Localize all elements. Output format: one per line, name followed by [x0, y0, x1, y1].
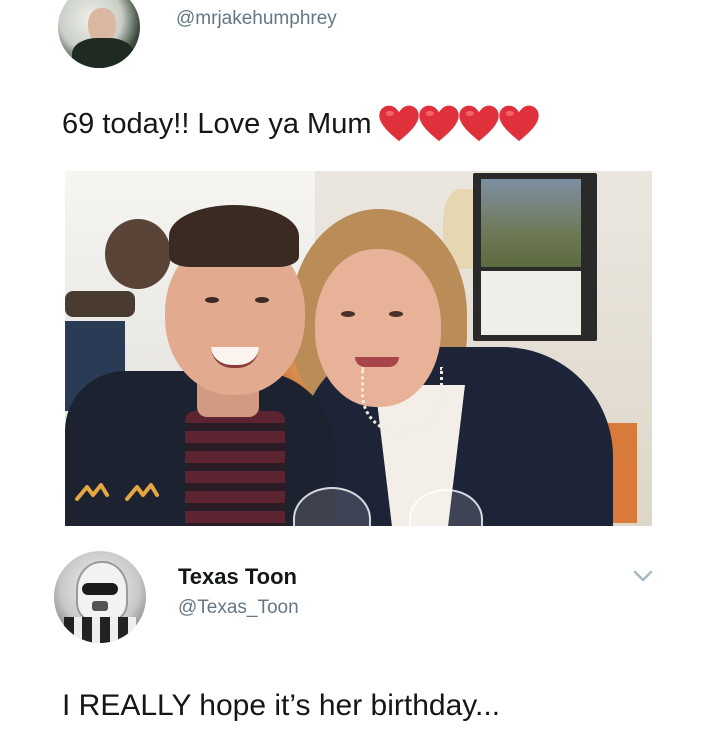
- photo-woman-mouth: [355, 357, 399, 367]
- photo-man-eye: [255, 297, 269, 303]
- photo-woman-eye: [341, 311, 355, 317]
- hearts-emoji-group: [378, 104, 539, 144]
- photo-man-hair: [169, 205, 299, 267]
- stormtrooper-mouth: [92, 601, 108, 611]
- photo-background-person: [105, 219, 171, 289]
- avatar-face: [88, 8, 116, 42]
- photo-man-shirt: [185, 411, 285, 526]
- chevron-down-icon[interactable]: [632, 568, 654, 584]
- heart-icon: [498, 105, 539, 142]
- user-handle[interactable]: @Texas_Toon: [178, 597, 299, 619]
- heart-icon: [458, 105, 499, 142]
- tweet-text: I REALLY hope it’s her birthday...: [62, 689, 501, 722]
- display-name[interactable]: Texas Toon: [178, 564, 297, 590]
- avatar[interactable]: [58, 0, 140, 68]
- heart-icon: [378, 105, 419, 142]
- photo-scribble-icon: [75, 483, 159, 501]
- photo-picture: [481, 179, 581, 267]
- photo-background-arm: [65, 291, 135, 317]
- photo-calendar: [481, 271, 581, 335]
- tweet-text: 69 today!! Love ya Mum: [62, 104, 539, 144]
- avatar[interactable]: [54, 551, 146, 643]
- photo-woman-eye: [389, 311, 403, 317]
- stormtrooper-visor: [82, 583, 118, 595]
- avatar-shoulders: [72, 38, 134, 68]
- heart-icon: [418, 105, 459, 142]
- avatar-body: [64, 617, 136, 643]
- tweet-photo[interactable]: [65, 171, 652, 526]
- tweet-text-content: 69 today!! Love ya Mum: [62, 107, 372, 140]
- photo-man-eye: [205, 297, 219, 303]
- user-handle[interactable]: @mrjakehumphrey: [176, 8, 337, 30]
